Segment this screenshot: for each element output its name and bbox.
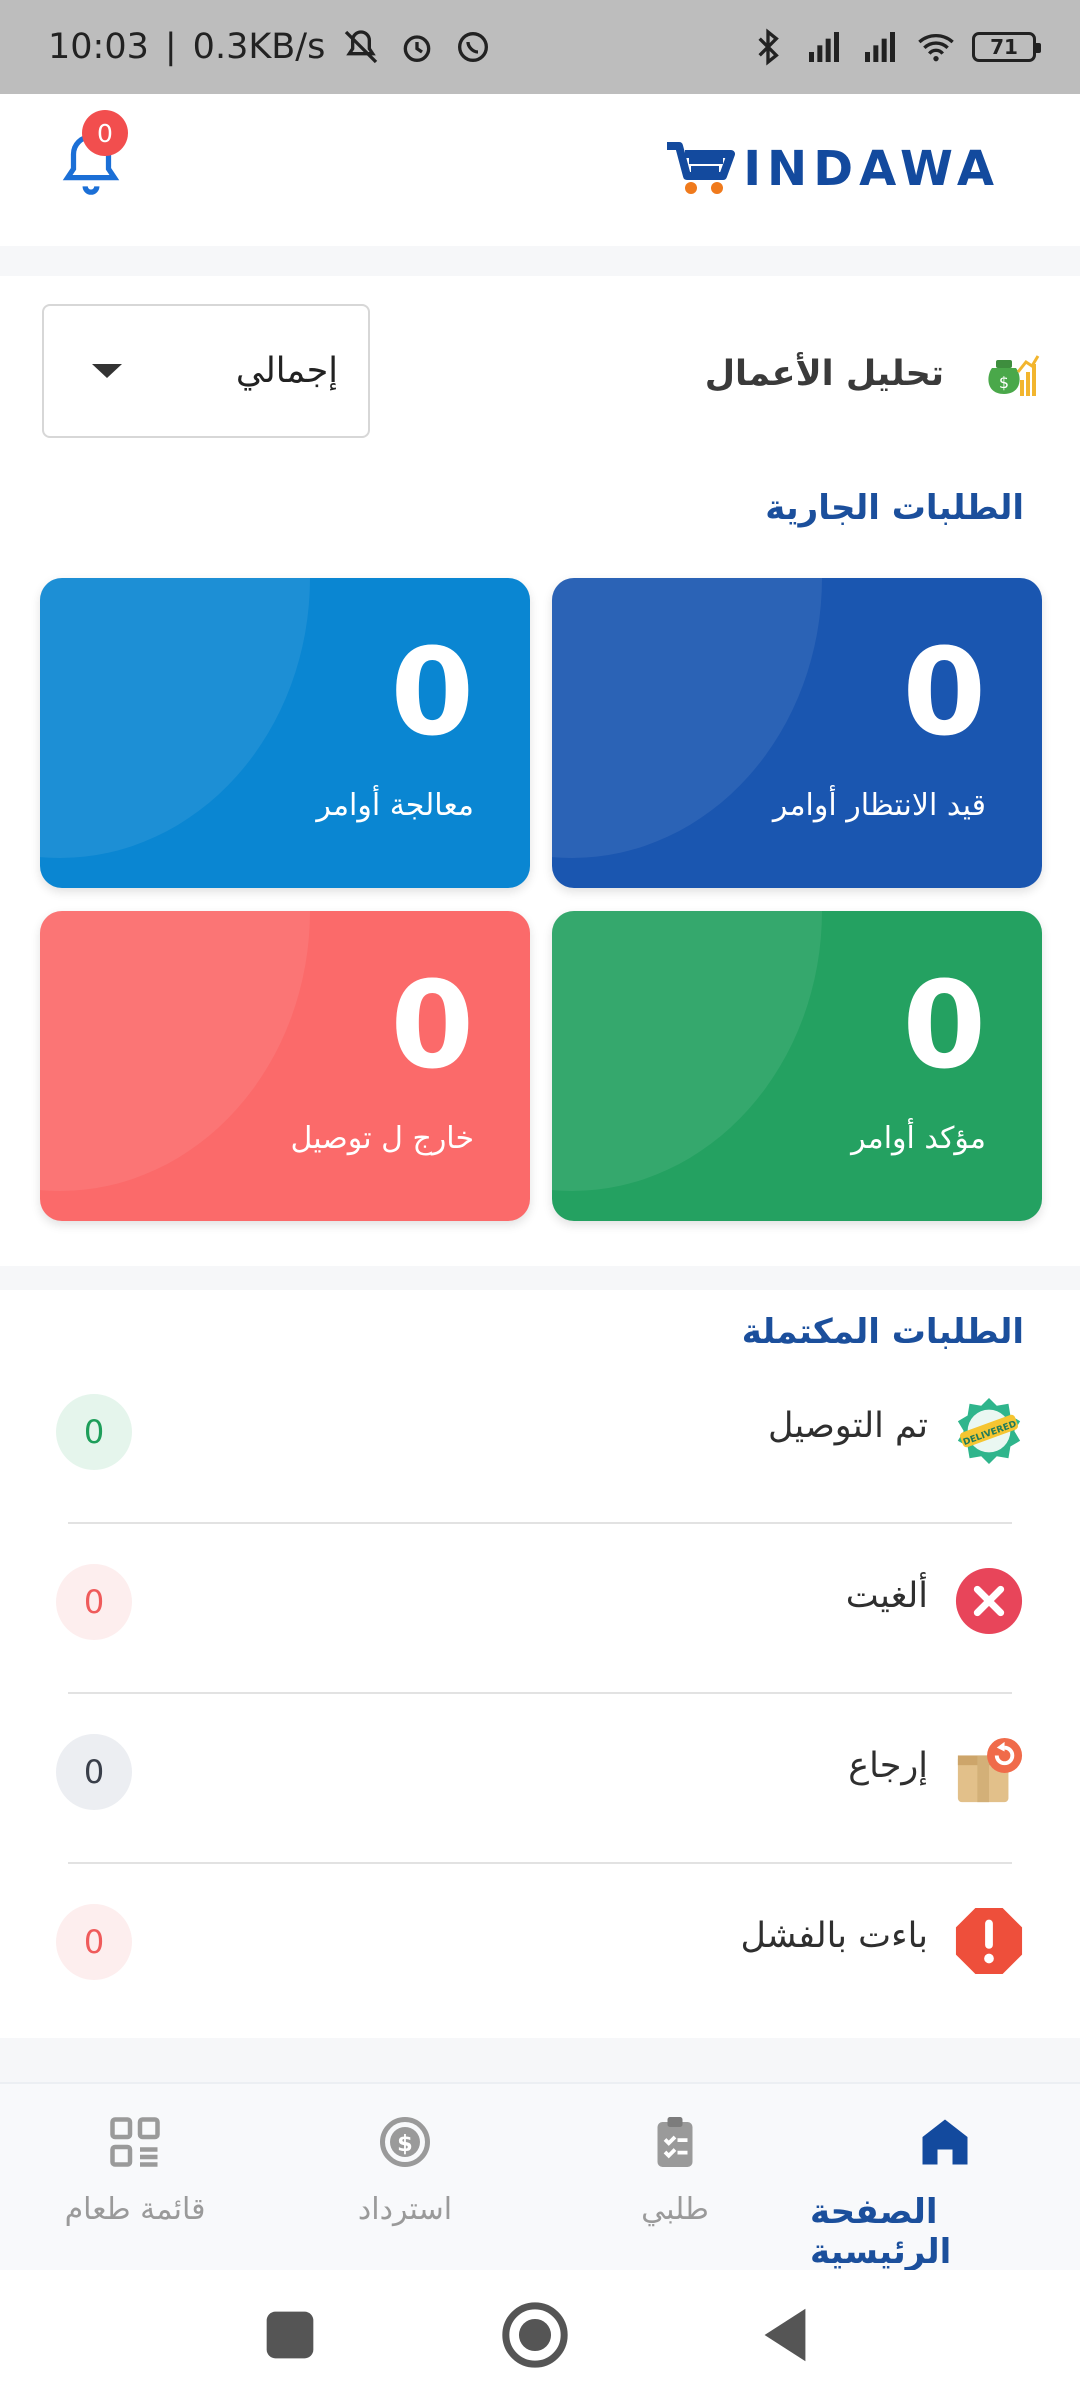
delivered-row[interactable]: DELIVERED تم التوصيل 0 (0, 1346, 1080, 1516)
out-for-delivery-tile[interactable]: 0 خارج ل توصيل (40, 911, 530, 1221)
signal-icon (809, 32, 839, 62)
cancel-x-icon (955, 1567, 1023, 1635)
refund-icon: $ (380, 2117, 430, 2167)
status-bar: 10:03 | 0.3KB/s 71 (0, 0, 1080, 94)
notification-badge: 0 (82, 110, 128, 156)
out-for-delivery-count: 0 (390, 957, 475, 1096)
brand-logo: INDAWA (663, 140, 1000, 198)
grid-menu-icon (110, 2117, 160, 2167)
app-header: 0 INDAWA (0, 94, 1080, 246)
period-dropdown[interactable]: إجمالي (42, 304, 370, 438)
confirmed-orders-tile[interactable]: 0 مؤكد أوامر (552, 911, 1042, 1221)
svg-text:$: $ (397, 2131, 413, 2157)
analysis-title: تحليل الأعمال (704, 354, 944, 394)
completed-orders-card: الطلبات المكتملة DELIVERED تم التوصيل 0 … (0, 1290, 1080, 2038)
clipboard-icon (657, 2117, 693, 2167)
status-network-speed: 0.3KB/s (192, 27, 326, 67)
recent-apps-icon[interactable] (255, 2300, 325, 2370)
chevron-down-icon (92, 364, 122, 378)
failed-label: باءت بالفشل (740, 1916, 928, 1956)
failed-row[interactable]: باءت بالفشل 0 (0, 1856, 1080, 2026)
nav-food-menu-label: قائمة طعام (64, 2192, 206, 2227)
nav-refund-label: استرداد (357, 2192, 453, 2227)
home-button-icon[interactable] (500, 2300, 570, 2370)
money-bag-chart-icon: $ (988, 355, 1040, 396)
nav-my-orders-label: طلبي (641, 2192, 709, 2227)
failed-count: 0 (56, 1904, 132, 1980)
current-orders-title: الطلبات الجارية (765, 488, 1024, 528)
nav-food-menu[interactable]: قائمة طعام (0, 2084, 270, 2272)
signal-4g-icon (865, 32, 895, 62)
processing-orders-label: معالجة أوامر (316, 788, 474, 823)
battery-indicator: 71 (972, 32, 1041, 62)
pending-orders-tile[interactable]: 0 قيد الانتظار أوامر (552, 578, 1042, 888)
wifi-icon (918, 34, 954, 62)
system-navigation-bar (0, 2270, 1080, 2400)
failed-alert-icon (955, 1907, 1023, 1975)
cancelled-row[interactable]: ألغيت 0 (0, 1516, 1080, 1686)
pending-orders-count: 0 (902, 624, 987, 763)
cart-icon (667, 142, 736, 194)
period-selected-value: إجمالي (235, 351, 338, 391)
delivered-label: تم التوصيل (768, 1406, 928, 1446)
cancelled-label: ألغيت (845, 1576, 928, 1616)
processing-orders-tile[interactable]: 0 معالجة أوامر (40, 578, 530, 888)
bottom-navigation: الصفحة الرئيسية طلبي $ استرداد قائمة طعا… (0, 2082, 1080, 2272)
delivered-badge-icon: DELIVERED (957, 1397, 1021, 1465)
cancelled-count: 0 (56, 1564, 132, 1640)
alarm-icon (403, 35, 431, 63)
processing-orders-count: 0 (390, 624, 475, 763)
svg-text:$: $ (999, 373, 1009, 392)
nav-my-orders[interactable]: طلبي (540, 2084, 810, 2272)
nav-home[interactable]: الصفحة الرئيسية (810, 2084, 1080, 2272)
out-for-delivery-label: خارج ل توصيل (290, 1121, 474, 1156)
return-box-icon (957, 1737, 1023, 1803)
home-icon (922, 2119, 968, 2165)
returned-row[interactable]: إرجاع 0 (0, 1686, 1080, 1856)
returned-count: 0 (56, 1734, 132, 1810)
status-right: 71 (748, 27, 1041, 67)
status-time: 10:03 (48, 27, 149, 67)
bluetooth-icon (758, 28, 779, 66)
confirmed-orders-label: مؤكد أوامر (851, 1121, 986, 1156)
business-analysis-card: إجمالي تحليل الأعمال $ الطلبات الجارية 0… (0, 276, 1080, 1266)
status-left: 10:03 | 0.3KB/s (48, 27, 493, 67)
whatsapp-icon (458, 32, 489, 62)
delivered-count: 0 (56, 1394, 132, 1470)
brand-name: INDAWA (743, 141, 1000, 197)
silent-icon (345, 30, 378, 64)
returned-label: إرجاع (848, 1746, 928, 1786)
confirmed-orders-count: 0 (902, 957, 987, 1096)
analysis-header: تحليل الأعمال $ (705, 344, 1040, 404)
pending-orders-label: قيد الانتظار أوامر (772, 788, 986, 823)
nav-home-label: الصفحة الرئيسية (810, 2192, 952, 2272)
status-separator: | (164, 27, 177, 67)
back-button-icon[interactable] (750, 2300, 820, 2370)
nav-refund[interactable]: $ استرداد (270, 2084, 540, 2272)
